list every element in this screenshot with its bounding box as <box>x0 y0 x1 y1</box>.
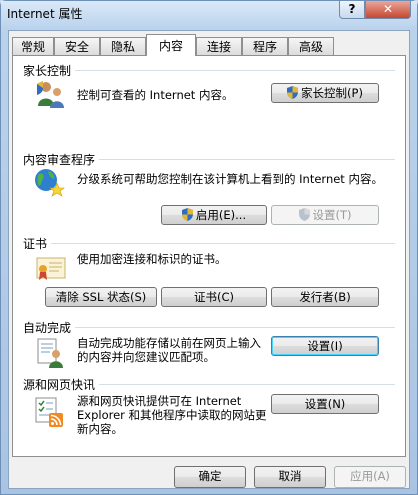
parental-group-title: 家长控制 <box>23 62 76 79</box>
content-tab-panel: 家长控制 控制可查看的 Internet 内容。 家长控制(P) 内容审查程序 <box>12 55 406 457</box>
feeds-group-title: 源和网页快讯 <box>23 376 100 393</box>
advisor-enable-label: 启用(E)... <box>195 208 247 222</box>
feeds-icon <box>35 397 63 427</box>
dialog-client: 常规 安全 隐私 内容 连接 程序 高级 家长控制 控制可查看的 Interne… <box>8 30 410 489</box>
feeds-description: 源和网页快讯提供可在 Internet Explorer 和其他程序中读取的网站… <box>77 394 267 436</box>
globe-star-icon <box>35 169 65 197</box>
tab-advanced[interactable]: 高级 <box>288 37 334 55</box>
parental-button-label: 家长控制(P) <box>301 86 363 100</box>
tab-security[interactable]: 安全 <box>54 37 100 55</box>
advisor-settings-button[interactable]: 设置(T) <box>271 205 379 225</box>
group-divider <box>23 70 395 71</box>
advisor-description: 分级系统可帮助您控制在该计算机上看到的 Internet 内容。 <box>77 172 383 186</box>
autocomplete-icon <box>37 338 63 368</box>
autocomplete-group-title: 自动完成 <box>23 319 76 336</box>
uac-shield-icon <box>181 208 193 221</box>
tab-connections[interactable]: 连接 <box>196 37 242 55</box>
cancel-button[interactable]: 取消 <box>254 466 326 488</box>
autocomplete-settings-button[interactable]: 设置(I) <box>271 336 379 356</box>
advisor-settings-label: 设置(T) <box>312 208 352 222</box>
uac-shield-icon <box>298 208 310 221</box>
group-divider <box>23 327 395 328</box>
parental-controls-icon <box>37 81 64 108</box>
close-button[interactable]: ✕ <box>365 1 411 19</box>
certificates-description: 使用加密连接和标识的证书。 <box>77 252 227 266</box>
certificates-group-title: 证书 <box>23 235 52 252</box>
certificate-icon <box>36 257 66 280</box>
certificates-button[interactable]: 证书(C) <box>161 287 267 307</box>
window-title: Internet 属性 <box>7 7 83 21</box>
apply-button[interactable]: 应用(A) <box>334 466 406 488</box>
dialog-window: Internet 属性 ? ✕ 常规 安全 隐私 内容 连接 程序 高级 家长控… <box>0 0 418 495</box>
advisor-enable-button[interactable]: 启用(E)... <box>161 205 267 225</box>
uac-shield-icon <box>287 86 299 99</box>
tab-content[interactable]: 内容 <box>146 34 196 56</box>
tab-programs[interactable]: 程序 <box>242 37 288 55</box>
tab-privacy[interactable]: 隐私 <box>100 37 146 55</box>
publishers-button[interactable]: 发行者(B) <box>271 287 379 307</box>
tab-general[interactable]: 常规 <box>12 37 54 55</box>
ok-button[interactable]: 确定 <box>174 466 246 488</box>
help-button[interactable]: ? <box>339 1 365 19</box>
group-divider <box>23 243 395 244</box>
autocomplete-description: 自动完成功能存储以前在网页上输入的内容并向您建议匹配项。 <box>77 336 261 364</box>
feeds-settings-button[interactable]: 设置(N) <box>271 394 379 414</box>
parental-controls-button[interactable]: 家长控制(P) <box>271 83 379 103</box>
title-bar[interactable]: Internet 属性 ? ✕ <box>1 1 417 27</box>
clear-ssl-button[interactable]: 清除 SSL 状态(S) <box>45 287 157 307</box>
parental-description: 控制可查看的 Internet 内容。 <box>77 88 234 102</box>
